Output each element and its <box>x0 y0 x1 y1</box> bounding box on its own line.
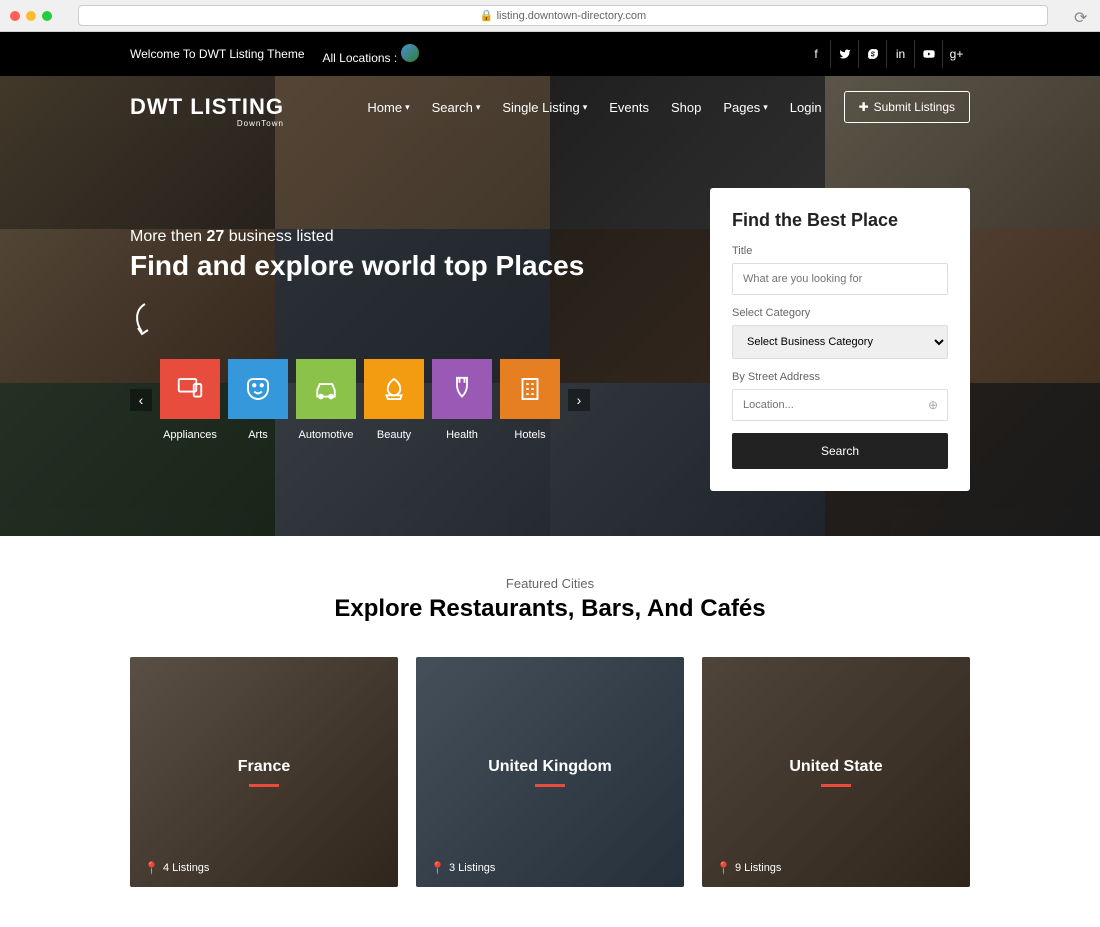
cat-label: Health <box>432 429 492 441</box>
city-card-uk[interactable]: United Kingdom 📍3 Listings <box>416 657 684 887</box>
featured-section: Featured Cities Explore Restaurants, Bar… <box>0 536 1100 927</box>
submit-listings-button[interactable]: ✚Submit Listings <box>844 91 970 123</box>
twitter-icon[interactable] <box>830 40 858 68</box>
nav-shop[interactable]: Shop <box>671 100 701 115</box>
pin-icon: 📍 <box>430 861 445 875</box>
skype-icon[interactable] <box>858 40 886 68</box>
url-bar[interactable]: 🔒 listing.downtown-directory.com <box>78 5 1048 26</box>
pin-icon: 📍 <box>144 861 159 875</box>
chevron-down-icon: ▾ <box>476 102 481 113</box>
nav-home[interactable]: Home▾ <box>367 100 409 115</box>
title-input[interactable] <box>732 263 948 295</box>
city-name: United State <box>789 758 882 776</box>
cat-label: Appliances <box>160 429 220 441</box>
chevron-down-icon: ▾ <box>763 102 768 113</box>
cat-hotels[interactable] <box>500 359 560 419</box>
cat-arts[interactable] <box>228 359 288 419</box>
browser-chrome: 🔒 listing.downtown-directory.com ⟳ <box>0 0 1100 32</box>
city-name: United Kingdom <box>488 758 612 776</box>
window-max[interactable] <box>42 11 52 21</box>
main-nav: DWT LISTINGDownTown Home▾ Search▾ Single… <box>0 76 1100 138</box>
cat-label: Arts <box>228 429 288 441</box>
address-label: By Street Address <box>732 371 948 383</box>
featured-title: Explore Restaurants, Bars, And Cafés <box>130 595 970 623</box>
chevron-down-icon: ▾ <box>405 102 410 113</box>
youtube-icon[interactable] <box>914 40 942 68</box>
globe-icon <box>401 44 419 62</box>
nav-single-listing[interactable]: Single Listing▾ <box>502 100 587 115</box>
cat-beauty[interactable] <box>364 359 424 419</box>
nav-search[interactable]: Search▾ <box>432 100 481 115</box>
plus-icon: ✚ <box>859 100 869 114</box>
search-button[interactable]: Search <box>732 433 948 469</box>
googleplus-icon[interactable]: g+ <box>942 40 970 68</box>
cat-label: Beauty <box>364 429 424 441</box>
featured-subtitle: Featured Cities <box>130 576 970 591</box>
chevron-down-icon: ▾ <box>583 102 588 113</box>
search-card-title: Find the Best Place <box>732 210 948 231</box>
reload-icon[interactable]: ⟳ <box>1074 8 1090 24</box>
city-count: 📍4 Listings <box>144 861 209 875</box>
welcome-text: Welcome To DWT Listing Theme <box>130 47 305 61</box>
accent-line <box>821 784 851 787</box>
cat-appliances[interactable] <box>160 359 220 419</box>
hero-section: DWT LISTINGDownTown Home▾ Search▾ Single… <box>0 76 1100 536</box>
cat-health[interactable] <box>432 359 492 419</box>
nav-events[interactable]: Events <box>609 100 649 115</box>
window-close[interactable] <box>10 11 20 21</box>
city-count: 📍9 Listings <box>716 861 781 875</box>
pin-icon: 📍 <box>716 861 731 875</box>
locate-icon[interactable]: ⊕ <box>928 398 938 412</box>
cat-prev-button[interactable]: ‹ <box>130 389 152 411</box>
facebook-icon[interactable]: f <box>802 40 830 68</box>
nav-login[interactable]: Login <box>790 100 822 115</box>
category-select[interactable]: Select Business Category <box>732 325 948 359</box>
cat-label: Hotels <box>500 429 560 441</box>
hero-title: Find and explore world top Places <box>130 250 670 282</box>
cat-next-button[interactable]: › <box>568 389 590 411</box>
top-bar: Welcome To DWT Listing Theme All Locatio… <box>0 32 1100 76</box>
city-card-france[interactable]: France 📍4 Listings <box>130 657 398 887</box>
locations-link[interactable]: All Locations : <box>323 44 419 65</box>
window-min[interactable] <box>26 11 36 21</box>
accent-line <box>249 784 279 787</box>
hero-subtitle: More then 27 business listed <box>130 228 670 246</box>
search-card: Find the Best Place Title Select Categor… <box>710 188 970 491</box>
city-count: 📍3 Listings <box>430 861 495 875</box>
title-label: Title <box>732 245 948 257</box>
linkedin-icon[interactable]: in <box>886 40 914 68</box>
location-input[interactable] <box>732 389 948 421</box>
city-card-us[interactable]: United State 📍9 Listings <box>702 657 970 887</box>
cat-label: Automotive <box>296 429 356 441</box>
category-label: Select Category <box>732 307 948 319</box>
cat-automotive[interactable] <box>296 359 356 419</box>
nav-pages[interactable]: Pages▾ <box>723 100 767 115</box>
accent-line <box>535 784 565 787</box>
city-name: France <box>238 758 290 776</box>
arrow-curve-icon <box>130 302 670 347</box>
logo[interactable]: DWT LISTINGDownTown <box>130 94 284 120</box>
